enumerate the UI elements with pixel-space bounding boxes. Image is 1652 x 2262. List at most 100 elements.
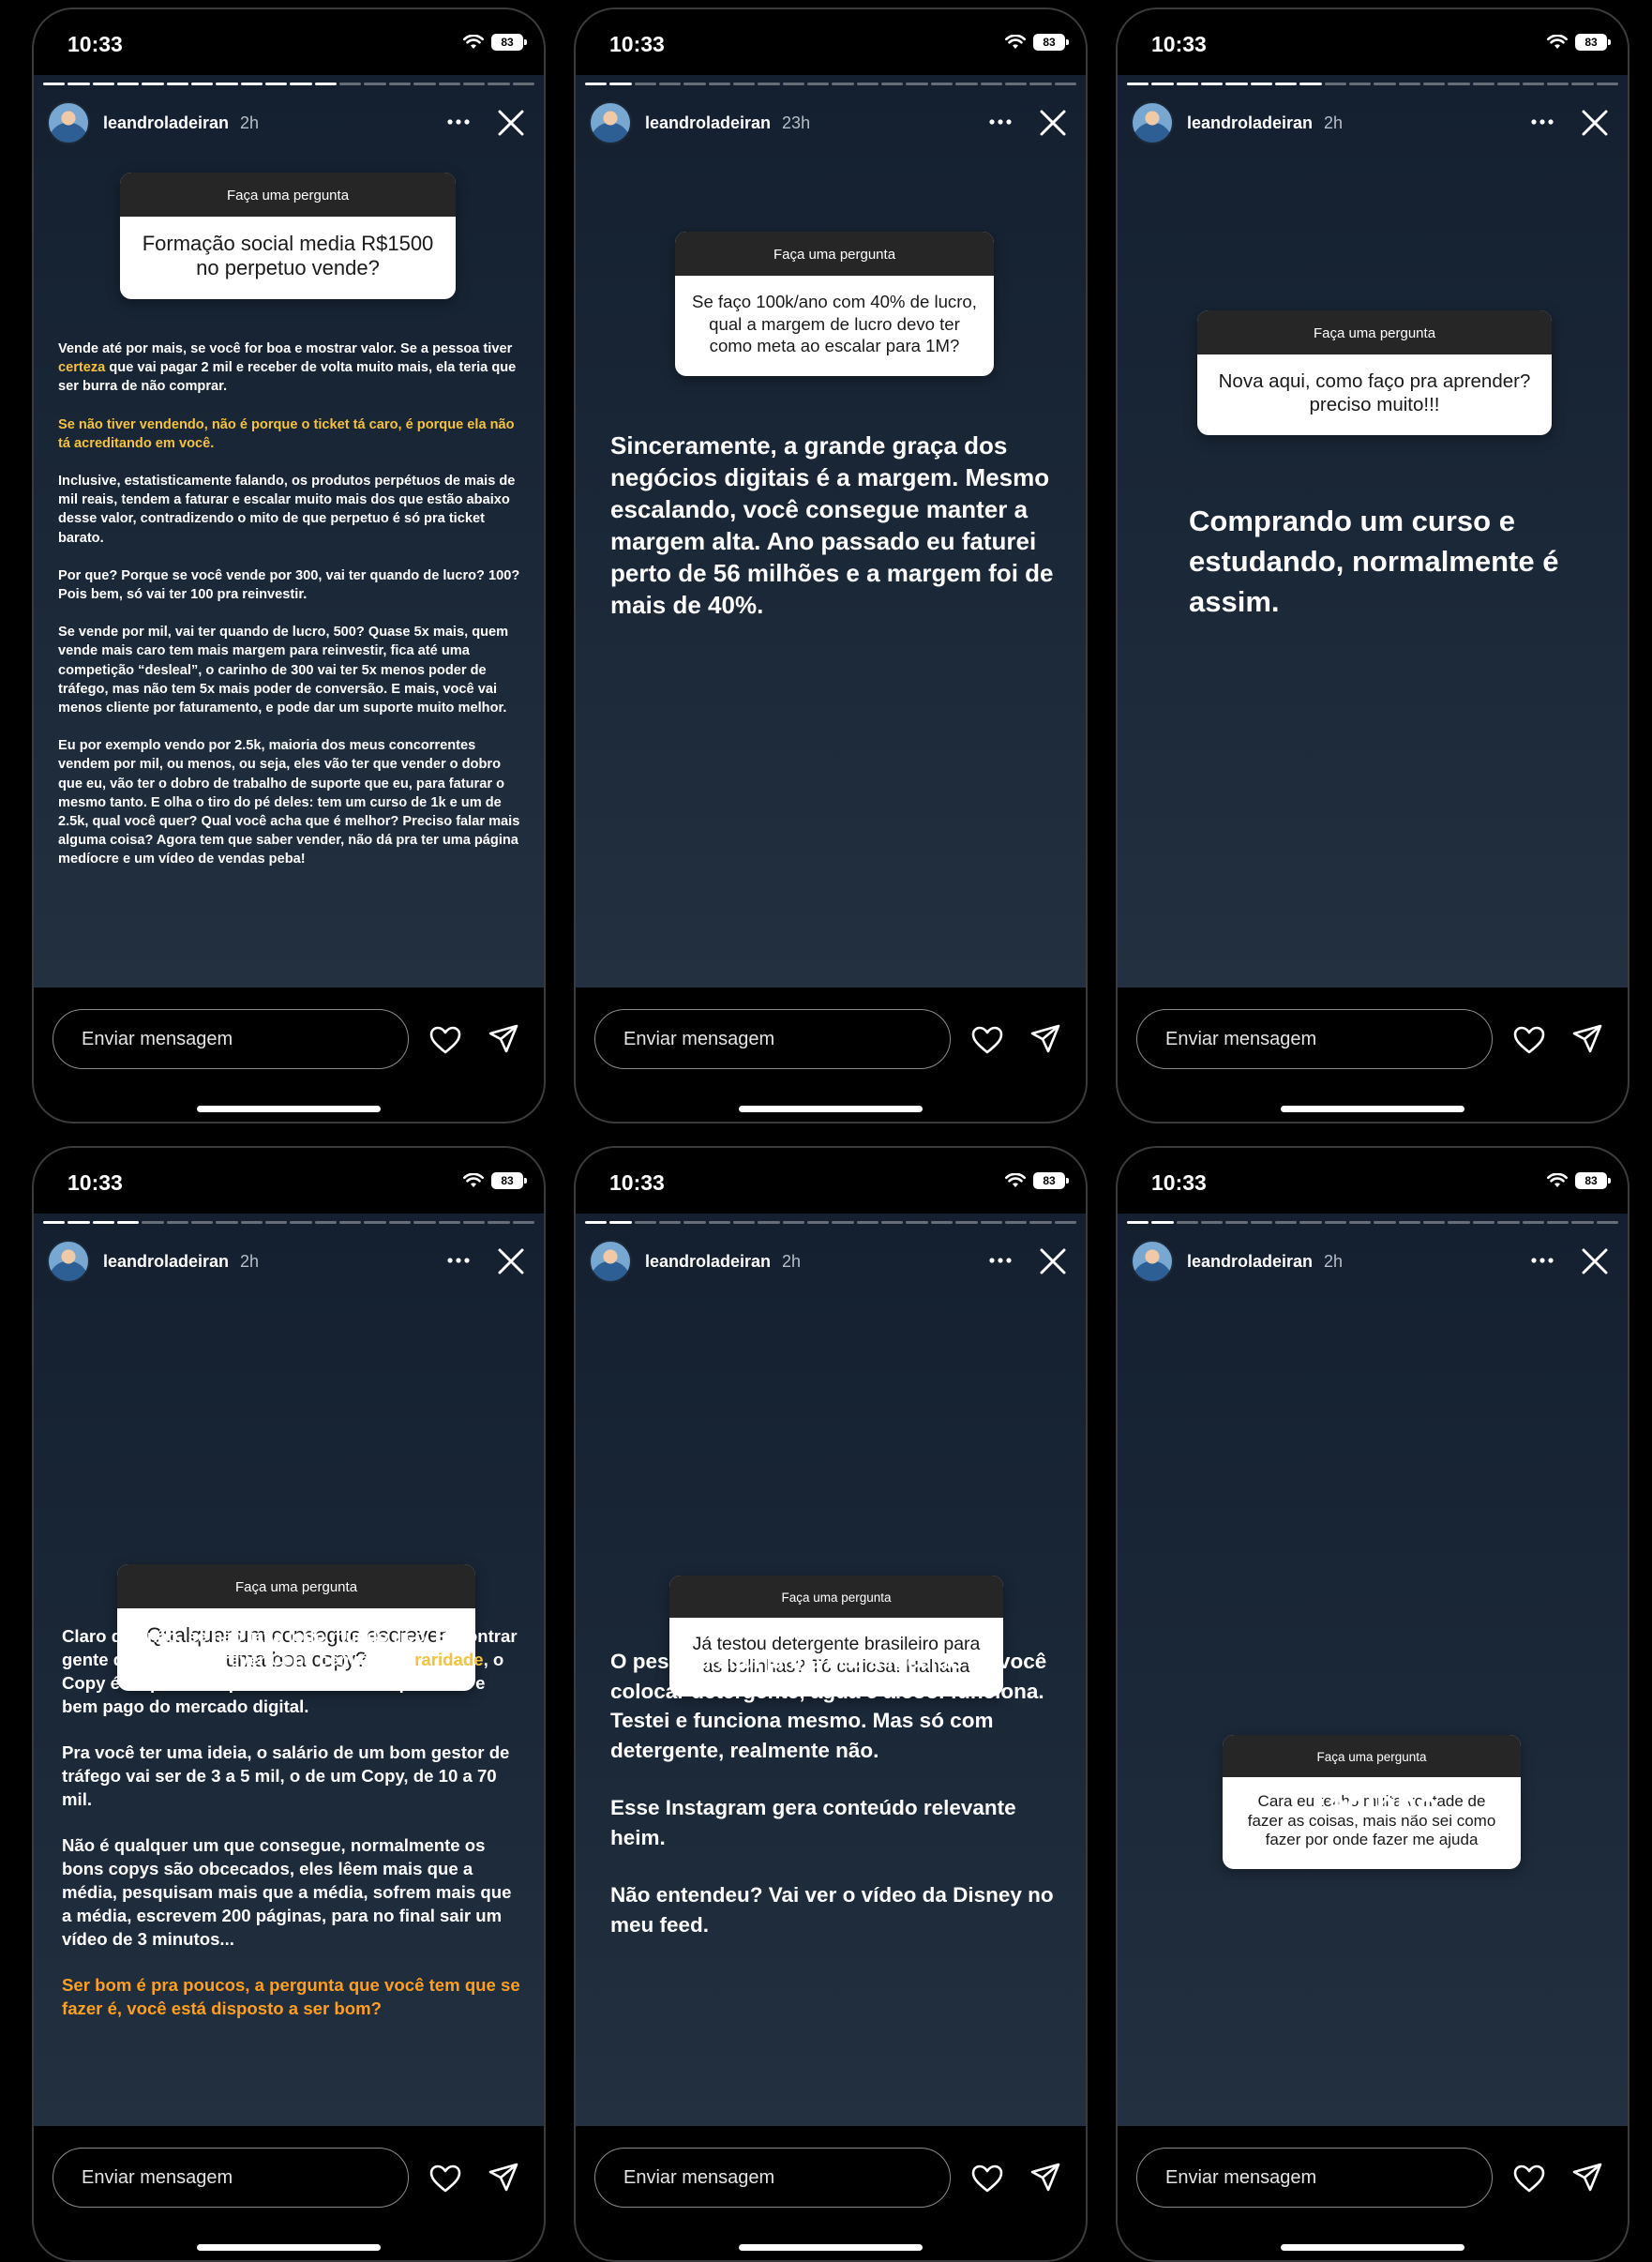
more-options-icon[interactable] bbox=[1530, 111, 1554, 133]
send-icon[interactable] bbox=[1571, 2162, 1603, 2194]
home-indicator[interactable] bbox=[739, 1106, 923, 1112]
story-phone-screen-5: 10:33 83 leandroladeiran 2h Faça uma per… bbox=[574, 1146, 1088, 2262]
status-bar: 10:33 83 bbox=[576, 9, 1086, 75]
progress-segment bbox=[216, 1221, 238, 1224]
status-bar: 10:33 83 bbox=[1118, 9, 1628, 75]
progress-segment bbox=[930, 83, 954, 85]
username[interactable]: leandroladeiran bbox=[645, 113, 771, 133]
home-indicator[interactable] bbox=[197, 2244, 381, 2251]
username[interactable]: leandroladeiran bbox=[103, 113, 229, 133]
heart-icon[interactable] bbox=[970, 1025, 1004, 1055]
more-options-icon[interactable] bbox=[446, 111, 471, 133]
send-icon[interactable] bbox=[488, 2162, 519, 2194]
answer-text-segment: O pessoal aqui já me deu a receita. Se v… bbox=[610, 1650, 1047, 1762]
send-icon[interactable] bbox=[1029, 1023, 1061, 1055]
send-icon[interactable] bbox=[1029, 2162, 1061, 2194]
clock: 10:33 bbox=[609, 1170, 665, 1195]
progress-segment bbox=[512, 1221, 534, 1224]
answer-paragraph: Claro que não, se não tava todo mundo ri… bbox=[62, 1624, 523, 1718]
progress-segment bbox=[1596, 83, 1618, 85]
progress-segment bbox=[1004, 83, 1028, 85]
heart-icon[interactable] bbox=[428, 1025, 462, 1055]
send-message-input[interactable]: Enviar mensagem bbox=[594, 1009, 951, 1069]
more-options-icon[interactable] bbox=[1530, 1249, 1554, 1272]
send-icon[interactable] bbox=[488, 1023, 519, 1055]
send-message-input[interactable]: Enviar mensagem bbox=[53, 1009, 409, 1069]
progress-segment bbox=[1250, 1221, 1273, 1224]
progress-segment bbox=[1299, 83, 1322, 85]
progress-segment bbox=[1349, 1221, 1372, 1224]
progress-segment bbox=[1054, 1221, 1076, 1224]
question-sticker-header: Faça uma pergunta bbox=[1197, 310, 1552, 354]
send-message-input[interactable]: Enviar mensagem bbox=[1136, 2148, 1493, 2208]
avatar[interactable] bbox=[589, 1240, 632, 1283]
close-icon[interactable] bbox=[1037, 107, 1069, 139]
answer-text-segment: Não entendeu? Vai ver o vídeo da Disney … bbox=[610, 1883, 1054, 1937]
progress-segment bbox=[1225, 1221, 1248, 1224]
progress-segment bbox=[216, 83, 238, 85]
story-content[interactable]: leandroladeiran 23h Faça uma pergunta Se… bbox=[576, 75, 1086, 988]
home-indicator[interactable] bbox=[1281, 2244, 1464, 2251]
more-options-icon[interactable] bbox=[988, 111, 1013, 133]
progress-segment bbox=[339, 1221, 362, 1224]
username[interactable]: leandroladeiran bbox=[645, 1252, 771, 1272]
answer-text: Tadinho bbox=[1118, 1784, 1628, 1853]
story-content[interactable]: leandroladeiran 2h Faça uma pergunta For… bbox=[34, 75, 544, 988]
avatar[interactable] bbox=[47, 1240, 90, 1283]
username[interactable]: leandroladeiran bbox=[1187, 113, 1313, 133]
close-icon[interactable] bbox=[1037, 1245, 1069, 1277]
progress-segment bbox=[488, 1221, 510, 1224]
progress-segment bbox=[92, 83, 115, 85]
answer-text-segment: Por que? Porque se você vende por 300, v… bbox=[58, 567, 520, 603]
wifi-icon bbox=[1005, 35, 1026, 49]
progress-segment bbox=[339, 83, 362, 85]
send-icon[interactable] bbox=[1571, 1023, 1603, 1055]
close-icon[interactable] bbox=[1579, 107, 1611, 139]
home-indicator[interactable] bbox=[1281, 1106, 1464, 1112]
answer-text-segment: Vende até por mais, se você for boa e mo… bbox=[58, 341, 513, 356]
heart-icon[interactable] bbox=[428, 2164, 462, 2194]
avatar[interactable] bbox=[1131, 1240, 1174, 1283]
more-options-icon[interactable] bbox=[988, 1249, 1013, 1272]
progress-segment bbox=[1324, 1221, 1347, 1224]
answer-paragraph: Se não tiver vendendo, não é porque o ti… bbox=[58, 415, 523, 453]
story-content[interactable]: leandroladeiran 2h Faça uma pergunta Qua… bbox=[34, 1214, 544, 2126]
question-sticker-header: Faça uma pergunta bbox=[120, 173, 456, 217]
progress-segment bbox=[807, 83, 830, 85]
story-phone-screen-3: 10:33 83 leandroladeiran 2h Faça uma per… bbox=[1116, 8, 1629, 1123]
send-message-input[interactable]: Enviar mensagem bbox=[53, 2148, 409, 2208]
send-message-input[interactable]: Enviar mensagem bbox=[594, 2148, 951, 2208]
more-options-icon[interactable] bbox=[446, 1249, 471, 1272]
progress-segment bbox=[438, 83, 460, 85]
progress-segment bbox=[930, 1221, 954, 1224]
send-message-placeholder: Enviar mensagem bbox=[1165, 1028, 1317, 1049]
story-content[interactable]: leandroladeiran 2h Faça uma pergunta Já … bbox=[576, 1214, 1086, 2126]
username[interactable]: leandroladeiran bbox=[103, 1252, 229, 1272]
avatar[interactable] bbox=[1131, 101, 1174, 144]
progress-segment bbox=[1225, 83, 1248, 85]
post-time: 23h bbox=[782, 113, 811, 132]
story-phone-screen-2: 10:33 83 leandroladeiran 23h Faça uma pe… bbox=[574, 8, 1088, 1123]
heart-icon[interactable] bbox=[1512, 1025, 1546, 1055]
heart-icon[interactable] bbox=[1512, 2164, 1546, 2194]
story-progress-bar bbox=[43, 83, 534, 85]
close-icon[interactable] bbox=[1579, 1245, 1611, 1277]
story-content[interactable]: leandroladeiran 2h Faça uma pergunta Car… bbox=[1118, 1214, 1628, 2126]
story-content[interactable]: leandroladeiran 2h Faça uma pergunta Nov… bbox=[1118, 75, 1628, 988]
progress-segment bbox=[634, 83, 657, 85]
avatar[interactable] bbox=[47, 101, 90, 144]
send-message-input[interactable]: Enviar mensagem bbox=[1136, 1009, 1493, 1069]
progress-segment bbox=[609, 1221, 632, 1224]
avatar[interactable] bbox=[589, 101, 632, 144]
close-icon[interactable] bbox=[495, 107, 527, 139]
progress-segment bbox=[1596, 1221, 1618, 1224]
home-indicator[interactable] bbox=[739, 2244, 923, 2251]
cellular-signal-icon bbox=[981, 1173, 998, 1188]
close-icon[interactable] bbox=[495, 1245, 527, 1277]
home-indicator[interactable] bbox=[197, 1106, 381, 1112]
heart-icon[interactable] bbox=[970, 2164, 1004, 2194]
question-sticker-header: Faça uma pergunta bbox=[117, 1564, 475, 1608]
progress-segment bbox=[733, 83, 756, 85]
username[interactable]: leandroladeiran bbox=[1187, 1252, 1313, 1272]
progress-segment bbox=[1250, 83, 1273, 85]
